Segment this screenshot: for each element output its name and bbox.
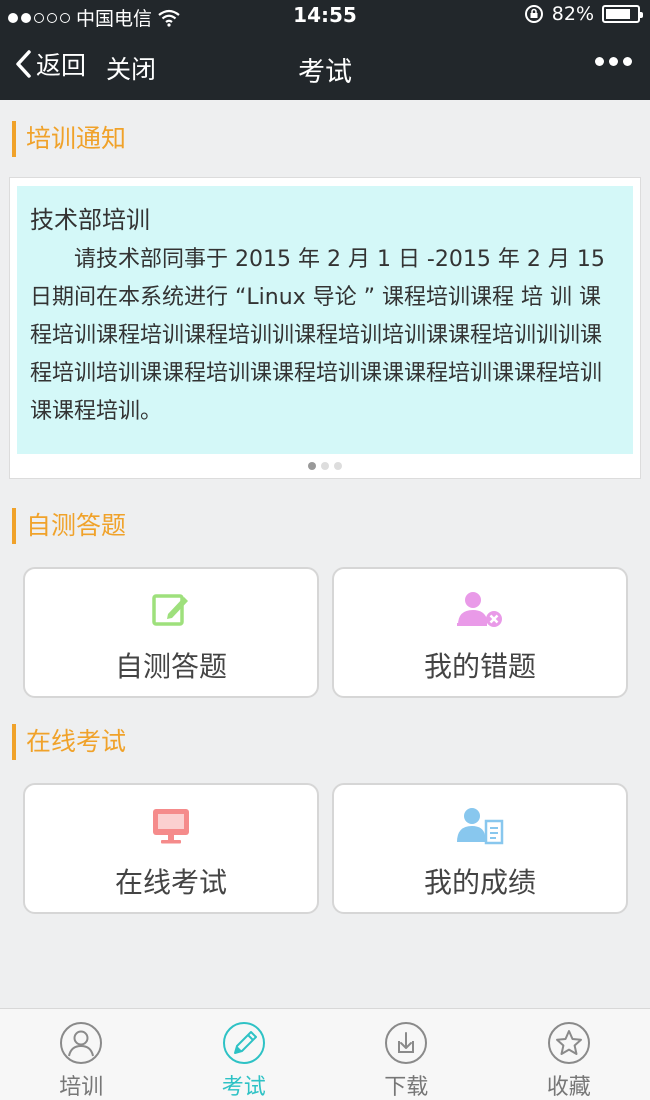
pagination-dot[interactable] (321, 462, 329, 470)
my-scores-label: 我的成绩 (423, 866, 536, 899)
tab-label: 考试 (221, 1075, 266, 1100)
user-error-icon (457, 592, 502, 627)
self-test-section-title: 自测答题 (12, 508, 126, 544)
pagination-dot[interactable] (308, 462, 316, 470)
bottom-tab-bar: 培训 考试 下载 收藏 (0, 1008, 650, 1100)
online-exam-label: 在线考试 (114, 866, 227, 899)
tab-favorites[interactable]: 收藏 (488, 1009, 650, 1100)
more-options-icon[interactable] (595, 57, 632, 66)
my-mistakes-tile[interactable]: 我的错题 (332, 567, 628, 698)
notice-body: 请技术部同事于 2015 年 2 月 1 日 -2015 年 2 月 15 日期… (30, 247, 605, 424)
status-right: 82% (524, 3, 643, 25)
download-icon (385, 1022, 428, 1064)
rotation-lock-icon (524, 5, 543, 23)
page-title: 考试 (298, 57, 352, 88)
notice-section-title: 培训通知 (12, 121, 126, 157)
status-bar: 中国电信 14:55 82% (0, 0, 650, 30)
tab-download[interactable]: 下载 (325, 1009, 488, 1100)
star-icon (547, 1022, 590, 1064)
battery-icon (602, 5, 643, 23)
carousel-pagination (10, 462, 640, 470)
battery-percent: 82% (551, 3, 594, 25)
pagination-dot[interactable] (334, 462, 342, 470)
user-document-icon (457, 808, 504, 845)
my-scores-tile[interactable]: 我的成绩 (332, 783, 628, 914)
notice-slide[interactable]: 技术部培训 请技术部同事于 2015 年 2 月 1 日 -2015 年 2 月… (17, 186, 633, 454)
notice-carousel[interactable]: 技术部培训 请技术部同事于 2015 年 2 月 1 日 -2015 年 2 月… (9, 177, 641, 479)
tab-label: 培训 (59, 1075, 104, 1100)
tab-label: 收藏 (546, 1075, 591, 1100)
online-exam-section-title: 在线考试 (12, 724, 126, 760)
nav-bar: 返回 关闭 考试 (0, 30, 650, 100)
pencil-icon (222, 1022, 265, 1064)
person-icon (60, 1022, 103, 1064)
self-test-tile[interactable]: 自测答题 (23, 567, 319, 698)
notice-heading: 技术部培训 (30, 206, 150, 234)
tab-label: 下载 (384, 1075, 429, 1100)
tab-training[interactable]: 培训 (0, 1009, 163, 1100)
monitor-icon (153, 809, 189, 844)
tab-exam[interactable]: 考试 (163, 1009, 326, 1100)
edit-icon (152, 594, 188, 626)
online-exam-tile[interactable]: 在线考试 (23, 783, 319, 914)
self-test-label: 自测答题 (114, 650, 227, 683)
my-mistakes-label: 我的错题 (423, 650, 536, 683)
